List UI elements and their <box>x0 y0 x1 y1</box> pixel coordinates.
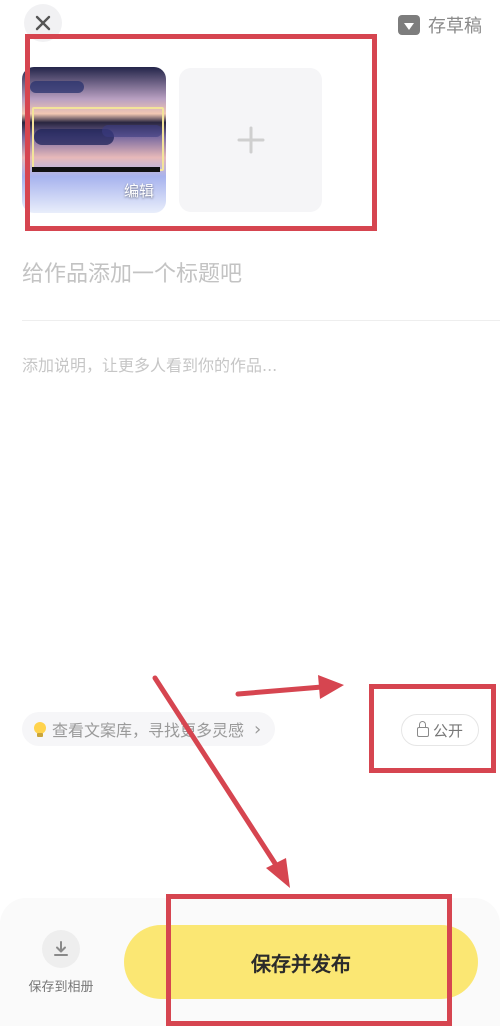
annotation-arrowhead <box>266 858 290 888</box>
annotation-arrows <box>152 675 344 888</box>
annotation-arrow-to-publish <box>152 675 281 871</box>
annotation-arrowhead <box>318 675 344 699</box>
annotation-arrow-to-visibility <box>235 684 325 697</box>
